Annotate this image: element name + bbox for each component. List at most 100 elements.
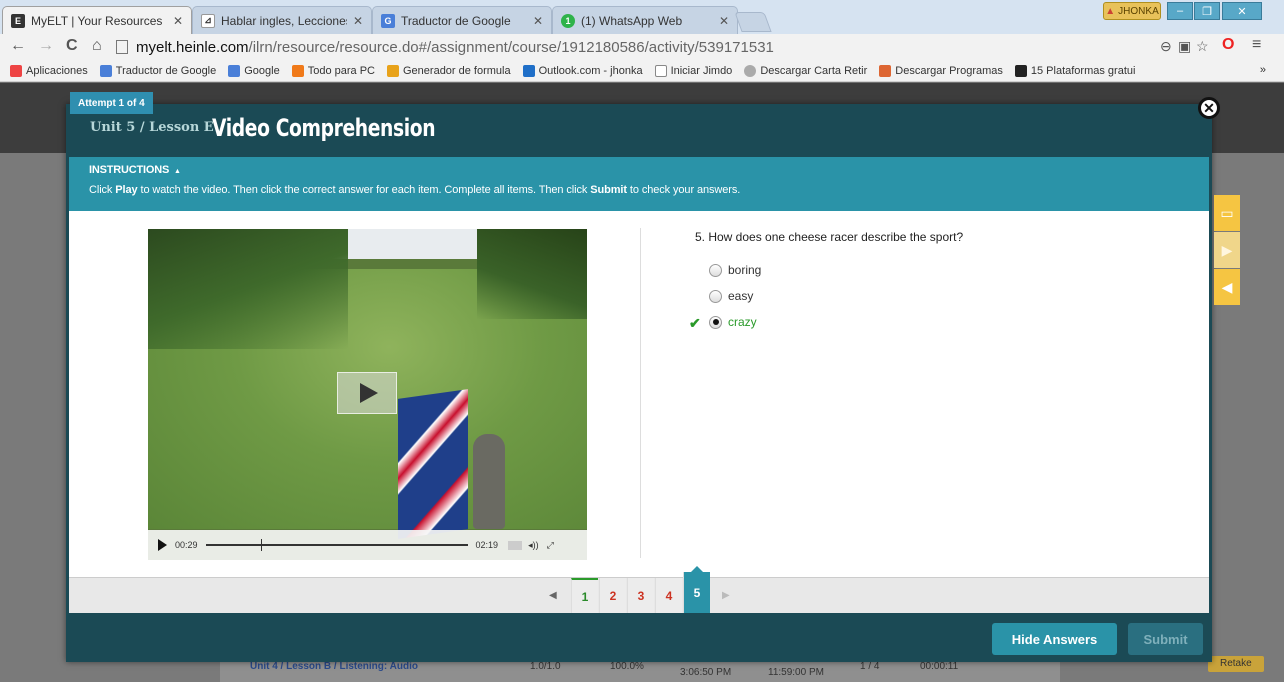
url-path: /ilrn/resource/resource.do#/assignment/c… <box>248 38 774 56</box>
page-1[interactable]: 1 <box>571 578 598 614</box>
hide-answers-button[interactable]: Hide Answers <box>992 623 1117 655</box>
opera-icon[interactable]: O <box>1222 36 1234 54</box>
bookmark-apps[interactable]: Aplicaciones <box>10 64 88 77</box>
page-2[interactable]: 2 <box>599 578 626 614</box>
prev-arrow-icon[interactable]: ◀ <box>1214 269 1240 305</box>
item-pager: ◀ 1 2 3 4 5 ▶ <box>69 566 1209 614</box>
bookmark-traductor[interactable]: Traductor de Google <box>99 64 216 77</box>
bookmark-outlook[interactable]: Outlook.com - jhonka <box>522 64 643 77</box>
next-arrow-icon[interactable]: ▶ <box>1214 232 1240 268</box>
fullscreen-icon[interactable]: ⤢ <box>547 540 554 551</box>
browser-tab-strip: E MyELT | Your Resources ✕ ⊿ Hablar ingl… <box>0 0 1284 34</box>
maximize-button[interactable]: ❐ <box>1194 2 1220 20</box>
bookmark-todo-pc[interactable]: Todo para PC <box>291 64 375 77</box>
page-5[interactable]: 5 <box>683 566 710 614</box>
outlook-icon <box>522 64 535 77</box>
close-tab-icon[interactable]: ✕ <box>719 14 729 28</box>
myelt-favicon-icon: E <box>11 13 25 28</box>
bookmark-plataformas[interactable]: 15 Plataformas gratui <box>1014 64 1136 77</box>
option-crazy[interactable]: crazy <box>709 315 757 329</box>
tab-traductor[interactable]: G Traductor de Google ✕ <box>372 6 552 34</box>
page-3[interactable]: 3 <box>627 578 654 614</box>
close-tab-icon[interactable]: ✕ <box>353 14 363 28</box>
bookmark-carta[interactable]: Descargar Carta Retir <box>744 64 867 77</box>
bookmark-label: Descargar Programas <box>895 64 1003 77</box>
back-arrow-icon[interactable]: ← <box>10 37 26 55</box>
video-controls: 00:29 02:19 ◂)) ⤢ <box>148 530 587 560</box>
option-label: boring <box>728 263 762 277</box>
radio-button[interactable] <box>709 263 722 277</box>
instr-bold: Play <box>115 184 138 196</box>
minimize-button[interactable]: – <box>1167 2 1193 20</box>
instructions-toggle[interactable]: INSTRUCTIONS ▲ <box>89 164 181 176</box>
reload-icon[interactable]: C <box>66 37 78 55</box>
option-easy[interactable]: easy <box>709 289 753 303</box>
forward-arrow-icon[interactable]: → <box>38 37 54 55</box>
big-play-button[interactable] <box>337 372 397 414</box>
submit-button[interactable]: Submit <box>1128 623 1203 655</box>
next-item-icon[interactable]: ▶ <box>722 590 730 601</box>
bookmark-jimdo[interactable]: Iniciar Jimdo <box>654 64 732 77</box>
close-tab-icon[interactable]: ✕ <box>533 14 543 28</box>
new-tab-button[interactable] <box>734 12 772 32</box>
activity-modal: Unit 5 / Lesson E Video Comprehension IN… <box>66 104 1212 662</box>
activity-title: Video Comprehension <box>212 114 436 142</box>
translate-icon[interactable]: ▣ <box>1178 38 1191 55</box>
instr-part: to check your answers. <box>626 184 741 196</box>
address-bar[interactable]: myelt.heinle.com/ilrn/resource/resource.… <box>116 37 1156 57</box>
prev-item-icon[interactable]: ◀ <box>549 590 557 601</box>
bookmark-label: Google <box>244 64 280 77</box>
video-player[interactable]: 00:29 02:19 ◂)) ⤢ <box>148 229 587 560</box>
bookmark-generador[interactable]: Generador de formula <box>387 64 511 77</box>
play-icon[interactable] <box>158 539 167 551</box>
more-bookmarks-icon[interactable]: » <box>1260 64 1266 76</box>
bookmark-label: Todo para PC <box>307 64 375 77</box>
instructions-panel: INSTRUCTIONS ▲ Click Play to watch the v… <box>69 157 1209 211</box>
close-modal-icon[interactable]: ✕ <box>1198 97 1220 119</box>
tab-hablar-ingles[interactable]: ⊿ Hablar ingles, Lecciones de ✕ <box>192 6 372 34</box>
ibe-icon <box>1014 64 1027 77</box>
content-divider <box>640 228 641 558</box>
star-bookmark-icon[interactable]: ☆ <box>1196 38 1209 55</box>
page-4[interactable]: 4 <box>655 578 682 614</box>
menu-icon[interactable]: ≡ <box>1252 36 1261 54</box>
profile-button[interactable]: ▲ JHONKA <box>1103 2 1161 20</box>
close-window-button[interactable]: ✕ <box>1222 2 1262 20</box>
bg-cell: 1 / 4 <box>860 661 880 672</box>
bg-cell: 3:06:50 PM <box>680 667 732 678</box>
instr-part: to watch the video. Then click the corre… <box>137 184 591 196</box>
tab-whatsapp[interactable]: 1 (1) WhatsApp Web ✕ <box>552 6 738 34</box>
seek-handle[interactable] <box>260 539 262 551</box>
bg-cell: 100.0% <box>610 661 644 672</box>
bookmark-programas[interactable]: Descargar Programas <box>879 64 1003 77</box>
page-icon <box>116 40 128 54</box>
close-tab-icon[interactable]: ✕ <box>173 14 183 28</box>
tab-myelt[interactable]: E MyELT | Your Resources ✕ <box>2 6 192 34</box>
tab-title: Traductor de Google <box>401 13 511 28</box>
lightning-icon <box>387 64 399 77</box>
video-trees <box>477 229 587 319</box>
home-icon[interactable]: ⌂ <box>92 37 102 55</box>
option-label: crazy <box>728 315 757 329</box>
zoom-icon[interactable]: ⊖ <box>1160 38 1172 55</box>
attempt-badge: Attempt 1 of 4 <box>70 92 153 114</box>
video-person <box>473 434 505 529</box>
google-translate-favicon-icon: G <box>381 13 395 28</box>
bookmark-label: Aplicaciones <box>26 64 88 77</box>
volume-icon[interactable]: ◂)) <box>528 540 539 551</box>
radio-button[interactable] <box>709 289 722 303</box>
bookmark-label: 15 Plataformas gratui <box>1030 64 1136 77</box>
unit-lesson-label: Unit 5 / Lesson E <box>90 120 214 135</box>
option-boring[interactable]: boring <box>709 263 761 277</box>
bg-retake-button: Retake <box>1208 656 1264 672</box>
apps-grid-icon <box>10 64 22 77</box>
instr-bold: Submit <box>590 184 627 196</box>
whatsapp-favicon-icon: 1 <box>561 13 575 28</box>
captions-icon[interactable] <box>508 540 523 550</box>
note-icon[interactable]: ▭ <box>1214 195 1240 231</box>
bookmark-google[interactable]: Google <box>228 64 280 77</box>
seek-bar[interactable] <box>205 539 468 551</box>
instructions-heading: INSTRUCTIONS <box>89 164 170 176</box>
radio-button-selected[interactable] <box>709 315 722 329</box>
triangle-favicon-icon: ⊿ <box>201 13 215 28</box>
